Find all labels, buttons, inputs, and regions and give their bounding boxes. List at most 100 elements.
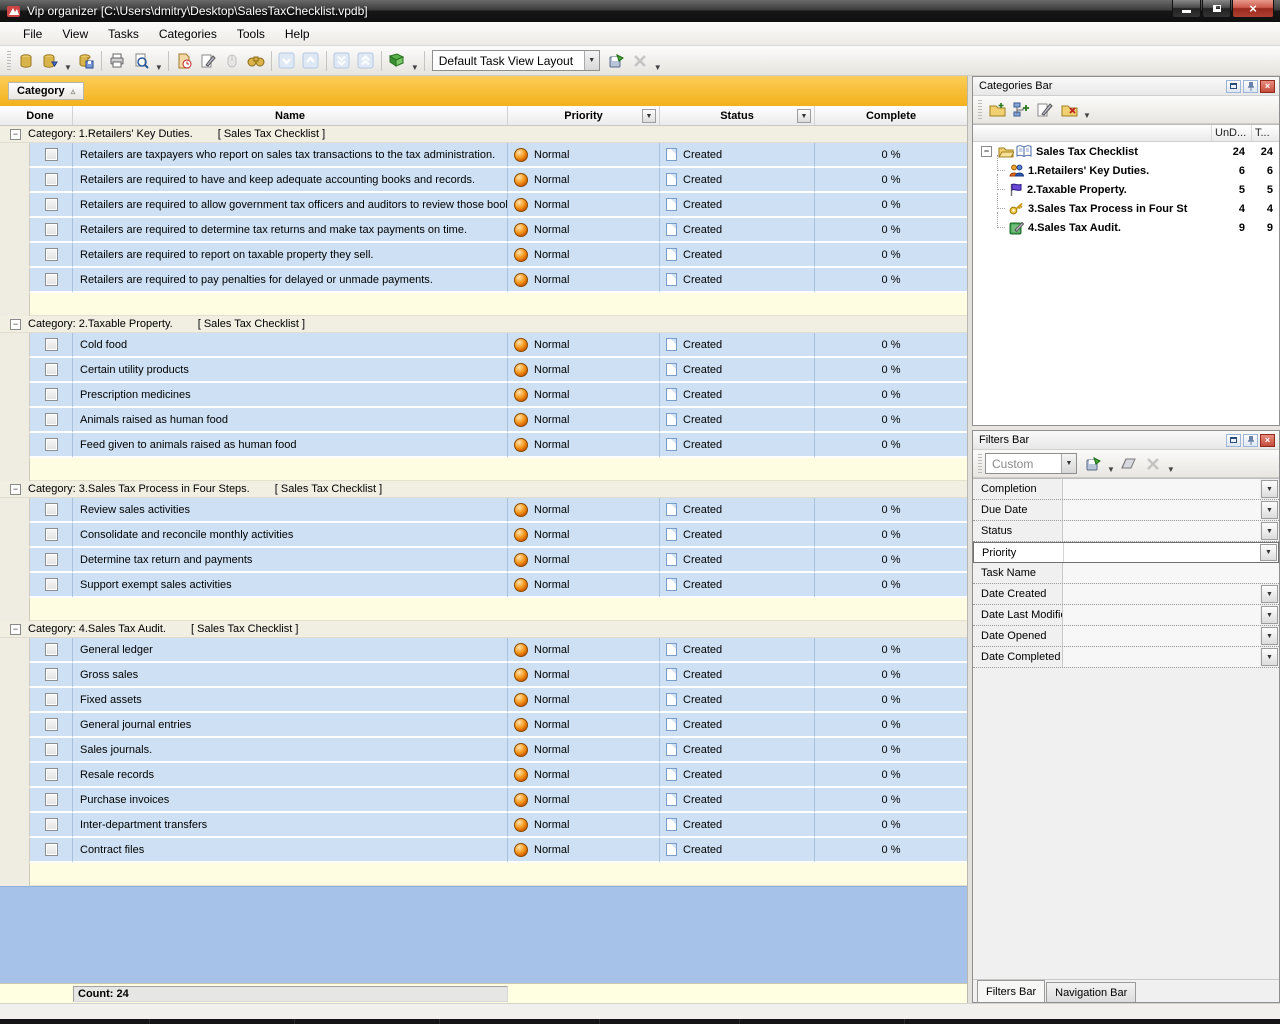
task-row[interactable]: Prescription medicines Normal Created 0 … [0,383,967,408]
open-database-menu-caret[interactable]: ▼ [62,63,74,72]
task-row[interactable]: Retailers are required to report on taxa… [0,243,967,268]
filter-field-value[interactable] [1063,479,1260,499]
filter-field-value[interactable] [1063,584,1260,604]
done-checkbox[interactable] [45,793,58,806]
task-row[interactable]: Review sales activities Normal Created 0… [0,498,967,523]
task-row[interactable]: Gross sales Normal Created 0 % [0,663,967,688]
done-checkbox[interactable] [45,503,58,516]
collapse-group-icon[interactable]: − [10,319,21,330]
filter-field-value[interactable] [1063,521,1260,541]
task-row[interactable]: Determine tax return and payments Normal… [0,548,967,573]
restore-button[interactable] [1202,0,1231,18]
task-row[interactable]: Certain utility products Normal Created … [0,358,967,383]
done-checkbox[interactable] [45,273,58,286]
task-row[interactable]: Sales journals. Normal Created 0 % [0,738,967,763]
new-checklist-button[interactable] [985,99,1009,121]
delete-filter-button[interactable] [1141,453,1165,475]
print-preview-button[interactable] [129,49,153,73]
done-checkbox[interactable] [45,843,58,856]
status-filter-dropdown[interactable]: ▼ [797,109,811,123]
done-checkbox[interactable] [45,643,58,656]
done-checkbox[interactable] [45,198,58,211]
filter-field-row[interactable]: Date Last Modified ▼ [973,605,1279,626]
move-bottom-button[interactable] [330,49,354,73]
task-row[interactable]: Inter-department transfers Normal Create… [0,813,967,838]
filters-bar-restore-button[interactable] [1226,434,1241,447]
categories-bar-close-button[interactable]: × [1260,80,1275,93]
done-checkbox[interactable] [45,553,58,566]
task-row[interactable]: Retailers are taxpayers who report on sa… [0,143,967,168]
done-checkbox[interactable] [45,363,58,376]
filter-field-row[interactable]: Due Date ▼ [973,500,1279,521]
column-header-priority[interactable]: Priority ▼ [508,106,660,125]
save-layout-button[interactable] [604,49,628,73]
toolbar-grip[interactable] [7,51,11,71]
total-column-header[interactable]: T... [1251,125,1279,141]
filter-field-row[interactable]: Status ▼ [973,521,1279,542]
delete-task-button[interactable] [220,49,244,73]
windows-taskbar[interactable] [0,1019,1280,1024]
filter-field-row[interactable]: Task Name [973,563,1279,584]
new-task-button[interactable] [172,49,196,73]
done-checkbox[interactable] [45,743,58,756]
group-by-category-chip[interactable]: Category ▵ [8,82,84,100]
move-up-button[interactable] [299,49,323,73]
filter-preset-selector[interactable]: Custom ▼ [985,453,1077,474]
view-layout-button[interactable] [385,49,409,73]
group-header[interactable]: − Category: 1.Retailers' Key Duties. [ S… [0,126,967,143]
edit-category-button[interactable] [1033,99,1057,121]
task-row[interactable]: Resale records Normal Created 0 % [0,763,967,788]
done-checkbox[interactable] [45,668,58,681]
filters-bar-close-button[interactable]: × [1260,434,1275,447]
categories-toolbar-caret[interactable]: ▼ [1081,111,1093,120]
done-checkbox[interactable] [45,388,58,401]
menu-categories[interactable]: Categories [150,24,226,44]
tab-navigation-bar[interactable]: Navigation Bar [1046,982,1136,1002]
print-preview-menu-caret[interactable]: ▼ [153,63,165,72]
minimize-button[interactable] [1172,0,1201,18]
filter-field-value[interactable] [1063,500,1260,520]
save-filter-menu-caret[interactable]: ▼ [1105,465,1117,474]
task-row[interactable]: Consolidate and reconcile monthly activi… [0,523,967,548]
menu-help[interactable]: Help [276,24,319,44]
done-checkbox[interactable] [45,718,58,731]
tab-filters-bar[interactable]: Filters Bar [977,980,1045,1002]
layout-selector-dropdown[interactable]: ▼ [584,51,599,70]
new-category-button[interactable] [1009,99,1033,121]
task-row[interactable]: Purchase invoices Normal Created 0 % [0,788,967,813]
category-tree-item[interactable]: 4.Sales Tax Audit. 9 9 [973,218,1279,237]
menu-file[interactable]: File [14,24,51,44]
done-checkbox[interactable] [45,223,58,236]
group-header[interactable]: − Category: 3.Sales Tax Process in Four … [0,481,967,498]
done-checkbox[interactable] [45,528,58,541]
view-layout-menu-caret[interactable]: ▼ [409,63,421,72]
filter-field-value[interactable] [1064,543,1259,562]
filter-field-dropdown[interactable]: ▼ [1261,480,1278,498]
delete-layout-button[interactable] [628,49,652,73]
print-button[interactable] [105,49,129,73]
category-tree-item[interactable]: 2.Taxable Property. 5 5 [973,180,1279,199]
done-checkbox[interactable] [45,248,58,261]
toolbar-overflow-caret[interactable]: ▼ [652,63,664,72]
filter-field-value[interactable] [1063,626,1260,646]
filter-field-dropdown[interactable]: ▼ [1261,501,1278,519]
filter-field-dropdown[interactable]: ▼ [1260,544,1277,561]
title-bar[interactable]: Vip organizer [C:\Users\dmitry\Desktop\S… [0,0,1280,22]
find-button[interactable] [244,49,268,73]
filter-field-value[interactable] [1063,647,1260,667]
column-header-complete[interactable]: Complete [815,106,967,125]
category-tree-item[interactable]: − Sales Tax Checklist 24 24 [973,142,1279,161]
task-row[interactable]: Retailers are required to pay penalties … [0,268,967,293]
menu-tasks[interactable]: Tasks [99,24,148,44]
priority-filter-dropdown[interactable]: ▼ [642,109,656,123]
menu-view[interactable]: View [53,24,97,44]
task-row[interactable]: Support exempt sales activities Normal C… [0,573,967,598]
done-checkbox[interactable] [45,578,58,591]
filter-field-value[interactable] [1063,563,1279,583]
group-header[interactable]: − Category: 4.Sales Tax Audit. [ Sales T… [0,621,967,638]
task-row[interactable]: Retailers are required to allow governme… [0,193,967,218]
group-header[interactable]: − Category: 2.Taxable Property. [ Sales … [0,316,967,333]
filter-field-value[interactable] [1063,605,1260,625]
filter-field-dropdown[interactable]: ▼ [1261,585,1278,603]
task-row[interactable]: Feed given to animals raised as human fo… [0,433,967,458]
